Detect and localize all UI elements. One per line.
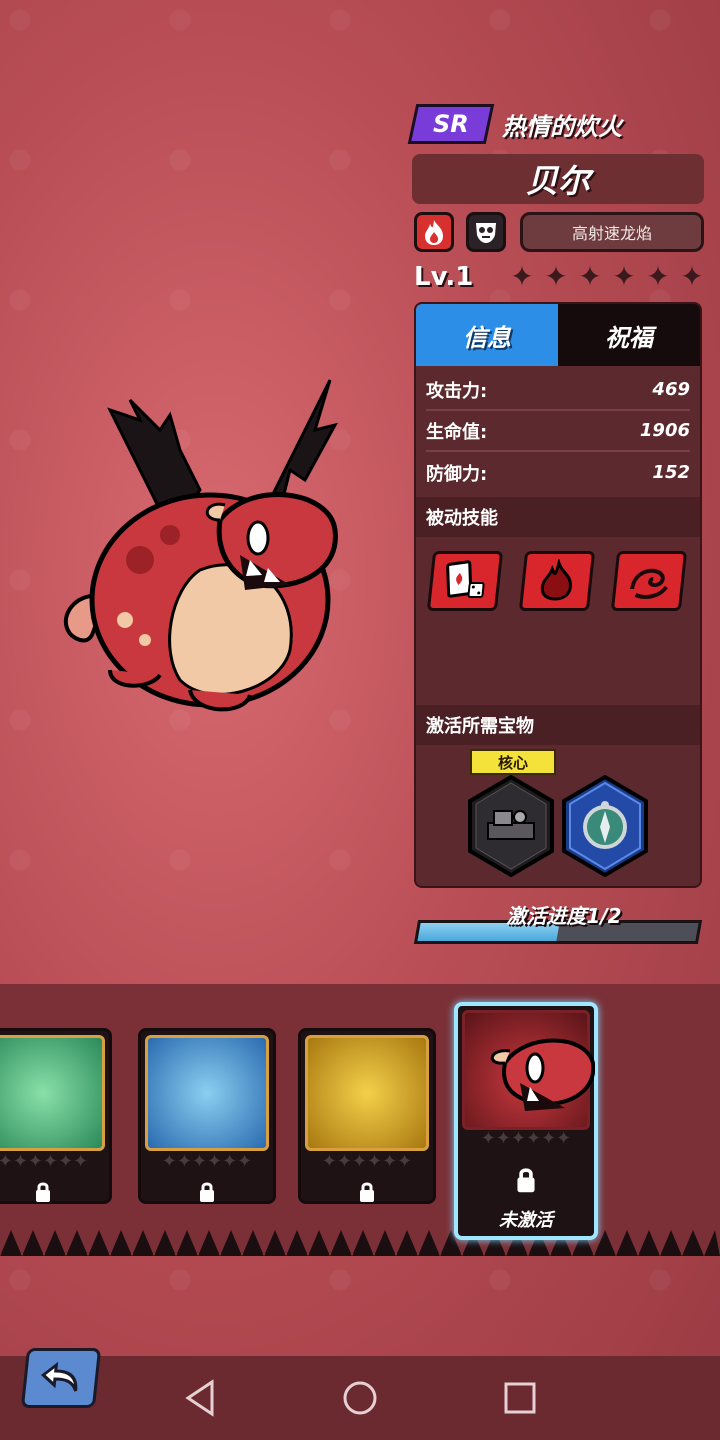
roster-card-ice-beast[interactable]: ✦✦✦✦✦✦ bbox=[138, 1028, 276, 1204]
spike-divider bbox=[0, 1230, 720, 1256]
card-dice-icon bbox=[446, 560, 485, 598]
star-rating: ✦ ✦ ✦ ✦ ✦ ✦ bbox=[508, 262, 706, 292]
star-icon: ✦ bbox=[544, 260, 568, 293]
treasure-compass[interactable] bbox=[562, 775, 648, 877]
card-art bbox=[462, 1010, 596, 1130]
stat-value: 1906 bbox=[639, 420, 690, 441]
class-mask-button[interactable] bbox=[466, 212, 506, 252]
passive-skills-heading: 被动技能 bbox=[416, 497, 700, 537]
dragon-portrait bbox=[491, 1038, 596, 1111]
card-star-rating: ✦✦✦✦✦✦ bbox=[0, 1151, 89, 1172]
stat-value: 152 bbox=[652, 462, 690, 483]
level-label: Lv.1 bbox=[414, 262, 474, 292]
skill-name-button[interactable]: 高射速龙焰 bbox=[520, 212, 704, 252]
return-arrow-icon bbox=[40, 1361, 78, 1392]
not-activated-label: 未激活 bbox=[499, 1210, 553, 1231]
card-star-rating: ✦✦✦✦✦✦ bbox=[321, 1151, 413, 1172]
passive-skill-card-dice[interactable] bbox=[426, 551, 504, 611]
info-panel: 信息 祝福 攻击力: 469 生命值: 1906 防御力: 152 被动技能 激… bbox=[414, 302, 702, 888]
roster-card-red-dragon[interactable]: ✦✦✦✦✦✦ 未激活 bbox=[454, 1002, 598, 1240]
nav-home-icon[interactable] bbox=[340, 1378, 380, 1418]
star-icon: ✦ bbox=[646, 260, 670, 293]
flame-icon bbox=[540, 559, 572, 601]
lock-icon bbox=[0, 1181, 109, 1207]
stat-defense: 防御力: 152 bbox=[426, 452, 690, 493]
rarity-row: SR 热情的炊火 bbox=[407, 104, 622, 144]
treasures-list: 核心 bbox=[416, 745, 700, 886]
roster-card-gold-beast[interactable]: ✦✦✦✦✦✦ bbox=[298, 1028, 436, 1204]
activation-progress-label: 激活进度1/2 bbox=[506, 904, 622, 928]
treasure-vinyl-machine[interactable] bbox=[468, 775, 554, 877]
lock-icon bbox=[301, 1181, 433, 1207]
element-fire-button[interactable] bbox=[414, 212, 454, 252]
hero-title: 热情的炊火 bbox=[502, 112, 622, 141]
core-tag: 核心 bbox=[470, 749, 556, 775]
passive-skills-list bbox=[416, 537, 700, 701]
passive-skill-flame[interactable] bbox=[518, 551, 596, 611]
nav-recents-icon[interactable] bbox=[500, 1378, 540, 1418]
rarity-badge: SR bbox=[407, 104, 495, 144]
stat-label: 生命值: bbox=[426, 421, 488, 443]
lock-icon bbox=[141, 1181, 273, 1207]
card-art bbox=[145, 1035, 269, 1151]
lock-icon bbox=[458, 1166, 594, 1198]
star-icon: ✦ bbox=[680, 260, 704, 293]
stat-label: 防御力: bbox=[426, 463, 488, 485]
card-star-rating: ✦✦✦✦✦✦ bbox=[480, 1128, 572, 1149]
star-icon: ✦ bbox=[578, 260, 602, 293]
tab-blessing[interactable]: 祝福 bbox=[558, 304, 700, 366]
passive-skill-swirl[interactable] bbox=[610, 551, 688, 611]
tab-bar: 信息 祝福 bbox=[416, 304, 700, 366]
card-star-rating: ✦✦✦✦✦✦ bbox=[161, 1151, 253, 1172]
card-art bbox=[0, 1035, 105, 1151]
card-art bbox=[305, 1035, 429, 1151]
stat-hp: 生命值: 1906 bbox=[426, 411, 690, 452]
stat-value: 469 bbox=[652, 379, 690, 400]
mask-icon bbox=[476, 223, 496, 243]
swirl-icon bbox=[630, 568, 668, 599]
back-button[interactable] bbox=[20, 1348, 102, 1408]
hero-name: 贝尔 bbox=[412, 154, 704, 204]
star-icon: ✦ bbox=[510, 260, 534, 293]
stat-attack: 攻击力: 469 bbox=[426, 370, 690, 411]
roster-card-green-beast[interactable]: ✦✦✦✦✦✦ bbox=[0, 1028, 112, 1204]
treasures-heading: 激活所需宝物 bbox=[416, 705, 700, 745]
tab-info[interactable]: 信息 bbox=[416, 304, 558, 366]
fire-icon bbox=[425, 220, 443, 245]
nav-back-icon[interactable] bbox=[180, 1378, 220, 1418]
star-icon: ✦ bbox=[612, 260, 636, 293]
dragon-character bbox=[63, 379, 338, 712]
stat-label: 攻击力: bbox=[426, 380, 488, 402]
